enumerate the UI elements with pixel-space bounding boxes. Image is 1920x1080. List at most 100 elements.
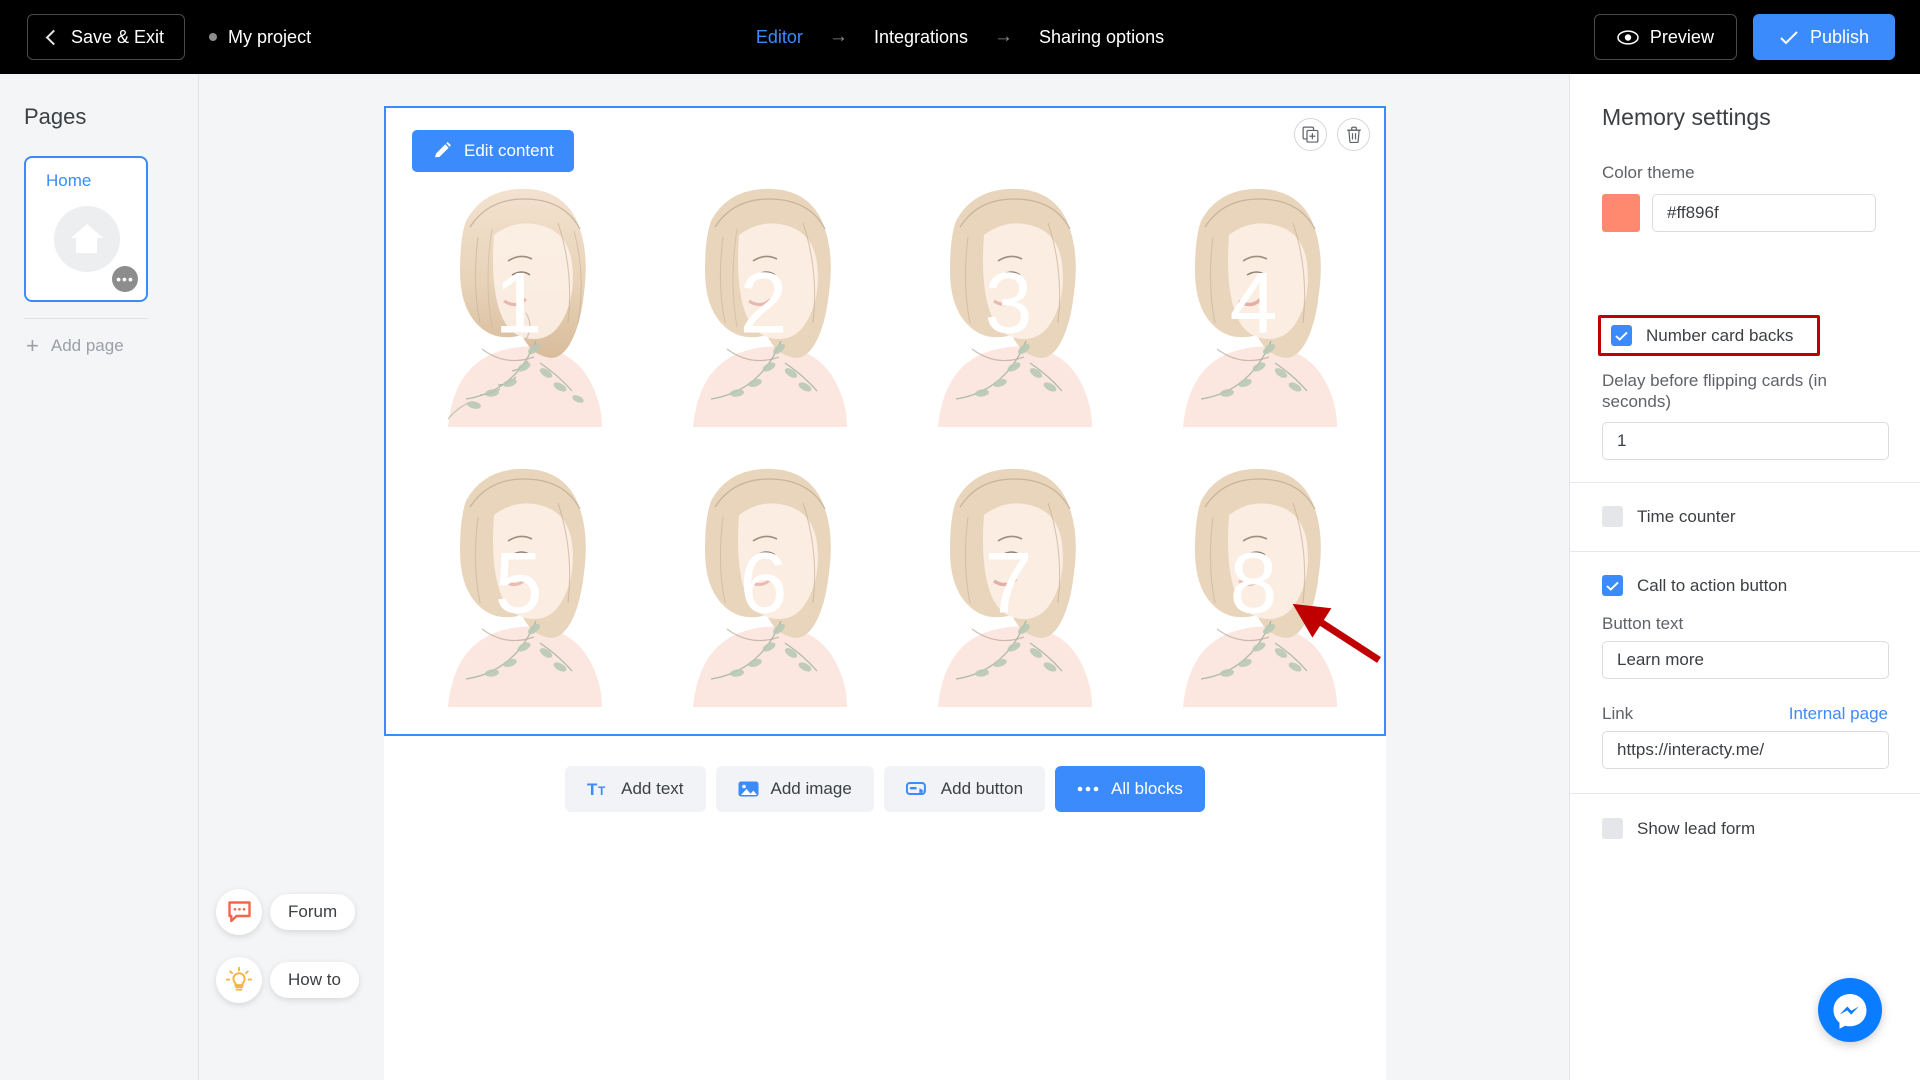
how-to-label-pill[interactable]: How to bbox=[270, 962, 359, 998]
number-card-backs-highlight: Number card backs bbox=[1598, 315, 1820, 356]
svg-text:T: T bbox=[598, 784, 606, 798]
all-blocks-label: All blocks bbox=[1111, 779, 1183, 798]
breadcrumb: Editor → Integrations → Sharing options bbox=[756, 26, 1164, 48]
card-illustration bbox=[1182, 188, 1337, 427]
link-label-row: Link Internal page bbox=[1602, 704, 1888, 724]
preview-label: Preview bbox=[1649, 26, 1714, 47]
page-options-button[interactable]: ••• bbox=[112, 266, 138, 292]
delete-icon[interactable] bbox=[1337, 118, 1370, 151]
card-illustration bbox=[1182, 468, 1337, 707]
edit-content-button[interactable]: Edit content bbox=[412, 130, 574, 172]
lightbulb-icon bbox=[226, 967, 252, 991]
internal-page-link[interactable]: Internal page bbox=[1789, 704, 1888, 724]
page-thumbnail-label: Home bbox=[46, 171, 92, 190]
memory-card[interactable]: 2 bbox=[641, 168, 886, 448]
publish-button[interactable]: Publish bbox=[1752, 14, 1895, 60]
memory-card[interactable]: 6 bbox=[641, 448, 886, 728]
add-image-button[interactable]: Add image bbox=[715, 766, 874, 812]
check-icon bbox=[1780, 30, 1798, 44]
text-icon: T T bbox=[587, 780, 606, 798]
eye-icon bbox=[1617, 29, 1639, 45]
forum-label-pill[interactable]: Forum bbox=[270, 894, 356, 930]
color-theme-row bbox=[1602, 194, 1920, 232]
time-counter-row[interactable]: Time counter bbox=[1602, 506, 1736, 527]
header-actions: Preview Publish bbox=[1593, 14, 1895, 60]
app-header: Save & Exit My project Editor → Integrat… bbox=[0, 0, 1920, 74]
check-icon bbox=[1615, 331, 1628, 341]
card-illustration bbox=[447, 188, 602, 427]
card-illustration bbox=[447, 468, 602, 707]
number-card-backs-row[interactable]: Number card backs bbox=[1611, 325, 1793, 346]
time-counter-checkbox[interactable] bbox=[1602, 506, 1623, 527]
how-to-button[interactable] bbox=[216, 957, 262, 1003]
add-page-button[interactable]: + Add page bbox=[26, 335, 198, 357]
add-button-label: Add button bbox=[940, 779, 1024, 798]
forum-row[interactable]: Forum bbox=[216, 889, 359, 935]
add-page-label: Add page bbox=[50, 336, 124, 355]
memory-game-block[interactable]: Edit content 1 2 3 4 5 6 7 8 bbox=[384, 106, 1386, 736]
memory-card[interactable]: 5 bbox=[396, 448, 641, 728]
show-lead-form-row[interactable]: Show lead form bbox=[1602, 818, 1755, 839]
arrow-right-icon: → bbox=[828, 26, 848, 47]
card-illustration bbox=[692, 188, 847, 427]
cta-row[interactable]: Call to action button bbox=[1602, 575, 1787, 596]
duplicate-icon[interactable] bbox=[1294, 118, 1327, 151]
color-hex-input[interactable] bbox=[1652, 194, 1876, 232]
edit-content-label: Edit content bbox=[464, 141, 554, 160]
all-blocks-button[interactable]: All blocks bbox=[1055, 766, 1205, 812]
dots-icon bbox=[1077, 786, 1099, 792]
project-name-area[interactable]: My project bbox=[209, 27, 311, 48]
show-lead-form-checkbox[interactable] bbox=[1602, 818, 1623, 839]
number-card-backs-checkbox[interactable] bbox=[1611, 325, 1632, 346]
add-button-button[interactable]: Add button bbox=[883, 766, 1046, 812]
nav-tab-sharing-options[interactable]: Sharing options bbox=[1039, 27, 1164, 48]
messenger-icon bbox=[1833, 994, 1867, 1029]
messenger-button[interactable] bbox=[1818, 978, 1882, 1042]
show-lead-form-label: Show lead form bbox=[1637, 818, 1756, 838]
delay-input[interactable] bbox=[1602, 422, 1889, 460]
save-and-exit-button[interactable]: Save & Exit bbox=[27, 14, 186, 60]
button-text-input[interactable] bbox=[1602, 641, 1889, 679]
memory-card[interactable]: 7 bbox=[886, 448, 1131, 728]
cta-checkbox[interactable] bbox=[1602, 575, 1623, 596]
nav-tab-editor[interactable]: Editor bbox=[756, 27, 803, 48]
button-text-label: Button text bbox=[1602, 614, 1684, 633]
link-label: Link bbox=[1602, 704, 1634, 723]
page-thumbnail-home[interactable]: Home ••• bbox=[24, 156, 148, 302]
preview-button[interactable]: Preview bbox=[1593, 14, 1737, 60]
link-input[interactable] bbox=[1602, 731, 1889, 769]
home-icon bbox=[54, 206, 120, 272]
add-image-label: Add image bbox=[770, 779, 852, 798]
number-card-backs-label: Number card backs bbox=[1646, 325, 1794, 345]
card-illustration bbox=[937, 188, 1092, 427]
project-name-label: My project bbox=[228, 26, 312, 47]
add-text-label: Add text bbox=[621, 779, 684, 798]
memory-card[interactable]: 4 bbox=[1131, 168, 1376, 448]
memory-card[interactable]: 8 bbox=[1131, 448, 1376, 728]
panel-divider bbox=[1570, 482, 1920, 483]
how-to-label: How to bbox=[288, 970, 341, 989]
panel-divider bbox=[1570, 793, 1920, 794]
status-dot-icon bbox=[209, 33, 218, 41]
add-text-button[interactable]: T T Add text bbox=[565, 766, 706, 812]
memory-card[interactable]: 1 bbox=[396, 168, 641, 448]
plus-icon: + bbox=[26, 333, 39, 358]
block-toolbar bbox=[1294, 118, 1370, 151]
arrow-right-icon: → bbox=[994, 26, 1013, 47]
forum-button[interactable] bbox=[216, 889, 262, 935]
memory-card[interactable]: 3 bbox=[886, 168, 1131, 448]
add-block-toolbar: T T Add text Add image Add button All bl… bbox=[384, 766, 1386, 812]
card-illustration bbox=[692, 468, 847, 707]
chat-bubble-icon bbox=[227, 901, 251, 923]
chevron-left-icon bbox=[45, 29, 62, 45]
check-icon bbox=[1606, 581, 1619, 591]
nav-tab-integrations[interactable]: Integrations bbox=[874, 27, 968, 48]
how-to-row[interactable]: How to bbox=[216, 957, 359, 1003]
pages-title: Pages bbox=[24, 104, 87, 129]
color-swatch[interactable] bbox=[1602, 194, 1640, 232]
save-and-exit-label: Save & Exit bbox=[71, 26, 165, 47]
image-icon bbox=[738, 781, 759, 797]
panel-divider bbox=[1570, 551, 1920, 552]
button-icon bbox=[905, 782, 926, 795]
delay-label: Delay before flipping cards (in seconds) bbox=[1602, 371, 1827, 412]
